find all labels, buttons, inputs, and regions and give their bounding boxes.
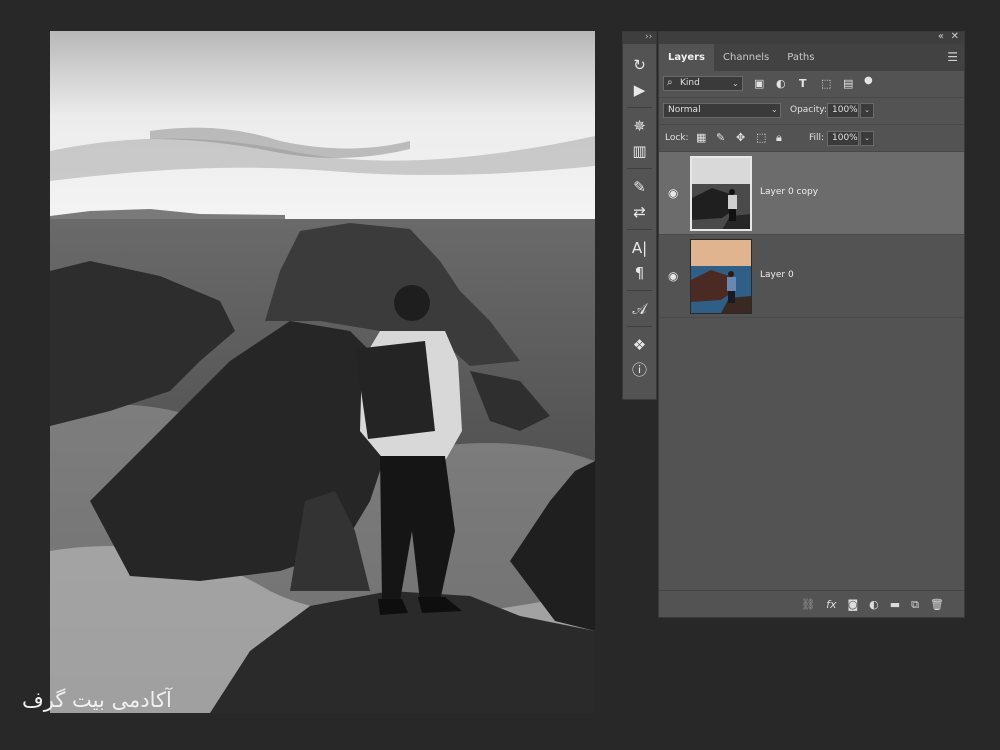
tab-layers[interactable]: Layers: [659, 44, 714, 71]
lock-all-icon[interactable]: 🔒︎: [776, 132, 782, 144]
document-canvas[interactable]: [50, 31, 595, 713]
adjustment-filter-icon[interactable]: ◐: [776, 78, 786, 90]
tools-divider: [627, 168, 652, 169]
layer-row[interactable]: ◉ Layer 0 copy: [659, 152, 964, 235]
tab-channels[interactable]: Channels: [714, 44, 778, 71]
link-layers-icon[interactable]: ⛓: [801, 598, 815, 611]
chevron-down-icon: ⌄: [732, 79, 739, 88]
adjustment-sliders-icon[interactable]: ⇄: [623, 199, 656, 224]
canvas-photo: [50, 31, 595, 713]
tools-divider: [627, 229, 652, 230]
search-icon: ⌕: [667, 77, 673, 88]
blend-mode-value: Normal: [668, 105, 701, 115]
new-layer-icon[interactable]: ⧉: [911, 598, 919, 612]
filter-row: Kind ⌕ ⌄ ▣ ◐ T ⬚ ▤ ●: [659, 71, 964, 98]
fill-value: 100%: [832, 133, 858, 143]
lock-label: Lock:: [665, 133, 689, 143]
history-brush-icon[interactable]: ↻: [623, 52, 656, 77]
smart-object-filter-icon[interactable]: ▤: [843, 78, 853, 90]
info-icon[interactable]: ⓘ: [623, 357, 656, 382]
fill-dropdown[interactable]: ⌄: [860, 131, 874, 146]
close-panel-button[interactable]: ✕: [951, 31, 959, 42]
layer-name[interactable]: Layer 0 copy: [760, 187, 818, 197]
tab-paths[interactable]: Paths: [778, 44, 823, 71]
layer-thumbnail: [690, 156, 752, 231]
layer-row[interactable]: ◉ Layer 0: [659, 235, 964, 318]
add-mask-icon[interactable]: ◙: [847, 598, 858, 611]
tools-collapse-button[interactable]: ››: [623, 32, 656, 44]
lock-row: Lock: ▦ ✎ ✥ ⬚ 🔒︎ Fill: 100% ⌄: [659, 125, 964, 152]
tools-panel-strip: ›› ↻ ▶ ✵ ▥ ✎ ⇄ A| ¶ 𝒜 ❖ ⓘ: [622, 31, 657, 400]
opacity-input[interactable]: 100%: [827, 103, 859, 118]
blend-mode-select[interactable]: Normal: [663, 103, 781, 118]
tools-divider: [627, 326, 652, 327]
layer-thumbnail: [690, 239, 752, 314]
opacity-dropdown[interactable]: ⌄: [860, 103, 874, 118]
eye-visibility-icon[interactable]: ◉: [668, 186, 678, 200]
fill-label: Fill:: [809, 133, 825, 143]
lock-position-icon[interactable]: ✥: [736, 132, 745, 144]
group-folder-icon[interactable]: ▬: [890, 598, 900, 611]
opacity-label: Opacity:: [790, 105, 827, 115]
layer-name[interactable]: Layer 0: [760, 270, 794, 280]
blend-row: Normal ⌄ Opacity: 100% ⌄: [659, 98, 964, 125]
filter-toggle-icon[interactable]: ●: [864, 75, 873, 87]
type-filter-icon[interactable]: T: [799, 78, 807, 90]
histogram-icon[interactable]: ▥: [623, 138, 656, 163]
filter-kind-select[interactable]: Kind: [663, 76, 743, 91]
watermark-text: آکادمی بیت گرف: [22, 688, 172, 712]
lock-artboard-icon[interactable]: ⬚: [756, 132, 766, 144]
fill-input[interactable]: 100%: [827, 131, 859, 146]
tools-divider: [627, 107, 652, 108]
fx-icon[interactable]: fx: [826, 598, 836, 611]
tools-divider: [627, 290, 652, 291]
character-text-icon[interactable]: A|: [623, 235, 656, 260]
compass-wheel-icon[interactable]: ✵: [623, 113, 656, 138]
image-filter-icon[interactable]: ▣: [754, 78, 764, 90]
opacity-value: 100%: [832, 105, 858, 115]
panel-tabs: Layers Channels Paths ☰: [659, 44, 964, 71]
collapse-panel-button[interactable]: «: [938, 31, 944, 42]
adjustment-layer-icon[interactable]: ◐: [869, 598, 879, 611]
filter-kind-value: Kind: [680, 78, 700, 88]
glyphs-icon[interactable]: 𝒜: [623, 296, 656, 321]
play-actions-icon[interactable]: ▶: [623, 77, 656, 102]
panel-titlebar: « ✕: [659, 31, 964, 44]
3d-cube-icon[interactable]: ❖: [623, 332, 656, 357]
layers-panel: « ✕ Layers Channels Paths ☰ Kind ⌕ ⌄ ▣ ◐…: [658, 31, 965, 618]
brush-settings-icon[interactable]: ✎: [623, 174, 656, 199]
eye-visibility-icon[interactable]: ◉: [668, 269, 678, 283]
layers-bottom-toolbar: ⛓ fx ◙ ◐ ▬ ⧉ 🗑︎: [659, 590, 964, 618]
paragraph-icon[interactable]: ¶: [623, 260, 656, 285]
shape-filter-icon[interactable]: ⬚: [821, 78, 831, 90]
panel-menu-icon[interactable]: ☰: [947, 50, 958, 64]
lock-transparent-pixels-icon[interactable]: ▦: [696, 132, 706, 144]
delete-layer-icon[interactable]: 🗑︎: [930, 598, 944, 611]
lock-image-pixels-icon[interactable]: ✎: [716, 132, 725, 144]
chevron-down-icon: ⌄: [771, 105, 778, 114]
